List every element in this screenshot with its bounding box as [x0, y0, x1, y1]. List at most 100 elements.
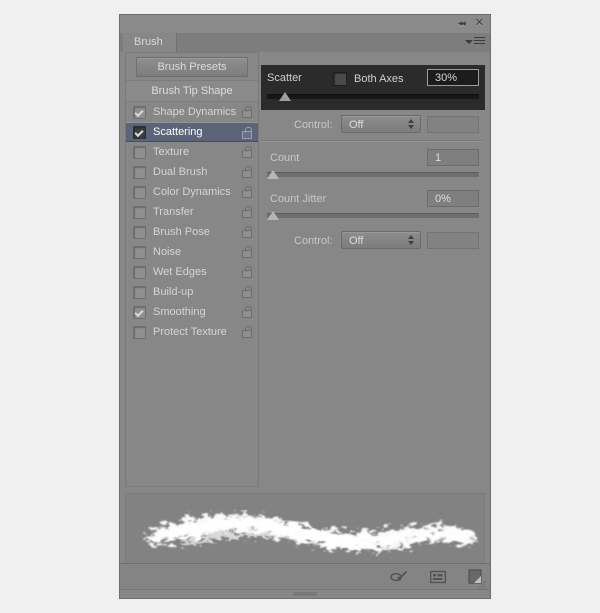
divider-1	[261, 140, 485, 142]
scatter-control-select[interactable]: Off	[341, 115, 421, 133]
option-checkbox[interactable]	[133, 325, 146, 339]
option-checkbox[interactable]	[133, 265, 146, 279]
collapse-icon[interactable]: ◂◂	[458, 18, 466, 28]
lock-icon[interactable]	[242, 106, 252, 118]
lock-icon[interactable]	[242, 186, 252, 198]
lock-icon[interactable]	[242, 326, 252, 338]
brush-stroke-svg	[144, 514, 476, 551]
brush-option-transfer[interactable]: Transfer	[126, 202, 258, 222]
scatter-control-row: Control: Off	[261, 112, 485, 138]
scattering-settings: Scatter Both Axes 30% Control: Off Count…	[261, 52, 485, 487]
count-jitter-control-extra-field	[427, 232, 479, 249]
option-label: Texture	[153, 146, 190, 158]
count-slider-knob[interactable]	[267, 170, 279, 179]
option-label: Protect Texture	[153, 326, 227, 338]
option-label: Wet Edges	[153, 266, 207, 278]
count-jitter-control-label: Control:	[294, 235, 333, 247]
panel-footer	[120, 563, 490, 590]
brush-preview-icon[interactable]	[390, 570, 408, 589]
option-label: Dual Brush	[153, 166, 208, 178]
panel-resize-handle[interactable]	[120, 589, 490, 598]
brush-tip-shape-row[interactable]: Brush Tip Shape	[126, 80, 258, 102]
scatter-slider-track	[267, 94, 479, 99]
count-jitter-slider-knob[interactable]	[267, 211, 279, 220]
brush-option-noise[interactable]: Noise	[126, 242, 258, 262]
count-jitter-slider[interactable]	[267, 210, 479, 222]
option-checkbox[interactable]	[133, 165, 146, 179]
option-label: Transfer	[153, 206, 194, 218]
brush-option-color-dynamics[interactable]: Color Dynamics	[126, 182, 258, 202]
option-label: Build-up	[153, 286, 194, 298]
option-checkbox[interactable]	[133, 145, 146, 159]
hamburger-lines-icon	[474, 37, 485, 44]
option-label: Color Dynamics	[153, 186, 231, 198]
brush-option-texture[interactable]: Texture	[126, 142, 258, 162]
option-checkbox[interactable]	[133, 225, 146, 239]
toggle-brush-panels-icon[interactable]	[430, 570, 446, 589]
scatter-section: Scatter Both Axes 30%	[261, 65, 485, 110]
tab-brush[interactable]: Brush	[123, 33, 177, 52]
close-icon[interactable]: ✕	[475, 17, 484, 28]
brush-option-dual-brush[interactable]: Dual Brush	[126, 162, 258, 182]
scatter-label: Scatter	[267, 72, 302, 84]
presets-button-wrap: Brush Presets	[126, 53, 258, 80]
count-jitter-control-select[interactable]: Off	[341, 231, 421, 249]
count-jitter-value-field[interactable]: 0%	[427, 190, 479, 207]
stepper-arrows-icon	[408, 119, 414, 129]
option-label: Brush Pose	[153, 226, 210, 238]
brush-option-wet-edges[interactable]: Wet Edges	[126, 262, 258, 282]
panel-titlebar: ◂◂ ✕	[120, 15, 490, 33]
lock-icon[interactable]	[242, 166, 252, 178]
option-checkbox[interactable]	[133, 205, 146, 219]
resize-grip-icon[interactable]	[476, 578, 486, 590]
lock-icon[interactable]	[242, 146, 252, 158]
lock-icon[interactable]	[242, 306, 252, 318]
brush-option-smoothing[interactable]: Smoothing	[126, 302, 258, 322]
both-axes-group[interactable]: Both Axes	[333, 72, 404, 86]
footer-icons	[390, 569, 482, 589]
both-axes-label: Both Axes	[354, 73, 404, 85]
scatter-control-label: Control:	[294, 119, 333, 131]
scatter-slider-knob[interactable]	[279, 92, 291, 101]
option-checkbox[interactable]	[133, 285, 146, 299]
panel-body: Brush Presets Brush Tip Shape Shape Dyna…	[120, 52, 490, 493]
count-jitter-control-value: Off	[349, 235, 364, 247]
count-slider-track	[267, 172, 479, 177]
scatter-value-field[interactable]: 30%	[427, 69, 479, 86]
option-checkbox[interactable]	[133, 105, 146, 119]
count-jitter-slider-track	[267, 213, 479, 218]
count-value-field[interactable]: 1	[427, 149, 479, 166]
grip-dots-icon	[293, 592, 317, 596]
option-label: Scattering	[153, 126, 203, 138]
scatter-control-extra-field	[427, 116, 479, 133]
lock-icon[interactable]	[242, 266, 252, 278]
brush-option-scattering[interactable]: Scattering	[126, 122, 258, 142]
panel-menu-icon[interactable]	[465, 37, 485, 44]
lock-icon[interactable]	[242, 226, 252, 238]
scatter-slider[interactable]	[267, 91, 479, 103]
count-slider[interactable]	[267, 169, 479, 181]
brush-option-protect-texture[interactable]: Protect Texture	[126, 322, 258, 342]
titlebar-icons: ◂◂ ✕	[458, 17, 484, 28]
lock-icon[interactable]	[242, 127, 252, 139]
option-label: Smoothing	[153, 306, 206, 318]
brush-option-brush-pose[interactable]: Brush Pose	[126, 222, 258, 242]
option-checkbox[interactable]	[133, 185, 146, 199]
option-checkbox[interactable]	[133, 125, 146, 139]
brush-option-list: Shape Dynamics Scattering Texture Dual Brus…	[126, 102, 258, 342]
count-row: Count 1	[261, 145, 485, 171]
lock-icon[interactable]	[242, 286, 252, 298]
both-axes-checkbox[interactable]	[333, 72, 347, 86]
option-label: Shape Dynamics	[153, 106, 237, 118]
lock-icon[interactable]	[242, 246, 252, 258]
brush-option-build-up[interactable]: Build-up	[126, 282, 258, 302]
count-jitter-label: Count Jitter	[270, 193, 327, 205]
option-checkbox[interactable]	[133, 245, 146, 259]
brush-option-shape-dynamics[interactable]: Shape Dynamics	[126, 102, 258, 122]
caret-down-icon	[465, 39, 473, 44]
option-checkbox[interactable]	[133, 305, 146, 319]
brush-presets-button[interactable]: Brush Presets	[136, 56, 248, 77]
option-label: Noise	[153, 246, 182, 258]
lock-icon[interactable]	[242, 206, 252, 218]
count-jitter-row: Count Jitter 0%	[261, 186, 485, 212]
